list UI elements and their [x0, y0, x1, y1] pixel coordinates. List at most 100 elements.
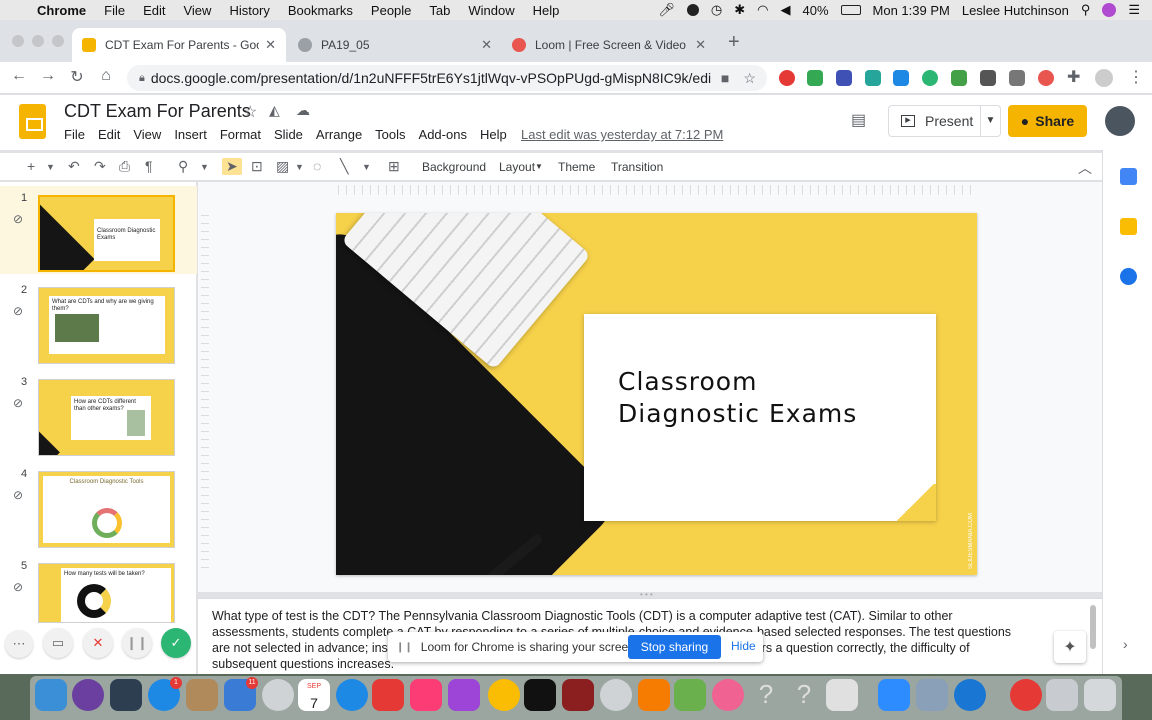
menu-addons[interactable]: Add-ons — [419, 127, 467, 142]
profile-icon[interactable] — [1095, 69, 1113, 87]
image-capture-icon[interactable] — [916, 679, 948, 711]
slide-thumbnail-1[interactable]: 1 ⊘ Classroom Diagnostic Exams — [0, 186, 197, 274]
tasks-icon[interactable] — [1120, 268, 1137, 285]
blocked-app-icon[interactable] — [262, 679, 294, 711]
menu-format[interactable]: Format — [220, 127, 261, 142]
slides-logo-icon[interactable] — [19, 104, 46, 139]
shape-icon[interactable]: ◌ — [313, 158, 321, 174]
calendar-icon[interactable] — [1120, 168, 1137, 185]
new-tab-icon[interactable]: + — [728, 31, 740, 54]
notification-center-icon[interactable]: ☰ — [1128, 2, 1140, 18]
calendar-app-icon[interactable]: SEP 7 — [298, 679, 330, 711]
title-card[interactable]: Classroom Diagnostic Exams — [584, 314, 936, 521]
notes-resize-handle[interactable]: • • • — [640, 590, 660, 599]
extensions-puzzle-icon[interactable]: ✚ — [1067, 67, 1080, 87]
zoom-extension-icon[interactable] — [893, 70, 909, 86]
new-slide-dropdown-icon[interactable]: ▼ — [46, 162, 55, 172]
slide-title[interactable]: Classroom Diagnostic Exams — [618, 366, 857, 430]
app-menu[interactable]: Chrome — [28, 3, 95, 18]
forward-icon[interactable]: → — [37, 67, 59, 85]
chrome-dock-icon[interactable] — [488, 679, 520, 711]
star-icon[interactable]: ☆ — [243, 102, 257, 122]
blocked-app-icon[interactable] — [600, 679, 632, 711]
menu-people[interactable]: People — [362, 3, 420, 18]
menu-bookmarks[interactable]: Bookmarks — [279, 3, 362, 18]
layout-button[interactable]: Layout — [499, 160, 535, 174]
explore-icon[interactable]: ✦ — [1054, 631, 1086, 663]
paint-format-icon[interactable]: ¶ — [145, 158, 153, 174]
finder-icon[interactable] — [35, 679, 67, 711]
line-icon[interactable]: ╲ — [340, 158, 348, 175]
account-avatar[interactable] — [1105, 106, 1135, 136]
close-tab-icon[interactable]: ✕ — [481, 37, 492, 53]
alert-icon[interactable] — [686, 4, 699, 16]
loom-camera-icon[interactable]: ▭ — [43, 628, 73, 658]
clock[interactable]: Mon 1:39 PM — [873, 3, 950, 18]
menu-edit[interactable]: Edit — [134, 3, 174, 18]
drive-extension-icon[interactable] — [807, 70, 823, 86]
stop-sharing-button[interactable]: Stop sharing — [628, 635, 721, 659]
menu-view[interactable]: View — [133, 127, 161, 142]
grid-extension-icon[interactable] — [980, 70, 996, 86]
menu-edit[interactable]: Edit — [98, 127, 120, 142]
print-icon[interactable]: ⎙ — [119, 158, 130, 175]
apple-tv-icon[interactable] — [524, 679, 556, 711]
siri-icon[interactable] — [1102, 3, 1117, 17]
hide-button[interactable]: Hide — [731, 639, 756, 653]
slide-thumbnail-3[interactable]: 3 ⊘ How are CDTs different than other ex… — [0, 370, 197, 458]
spotlight-icon[interactable]: ⚲ — [1081, 2, 1091, 18]
cloud-saved-icon[interactable]: ☁ — [296, 102, 310, 119]
last-edit-link[interactable]: Last edit was yesterday at 7:12 PM — [521, 127, 723, 142]
extension-icon[interactable] — [865, 70, 881, 86]
comments-icon[interactable]: ▤ — [851, 110, 866, 130]
news-icon[interactable] — [372, 679, 404, 711]
maps-icon[interactable] — [674, 679, 706, 711]
close-window-icon[interactable] — [12, 35, 24, 47]
unknown-app-icon[interactable]: ? — [750, 679, 782, 711]
tab-loom[interactable]: Loom | Free Screen & Video Re ✕ — [502, 28, 716, 62]
battery-icon[interactable] — [840, 5, 861, 15]
volume-icon[interactable]: ◀︎ — [780, 2, 790, 18]
loom-more-icon[interactable]: ⋯ — [5, 630, 33, 658]
loom-pause-icon[interactable]: ❙❙ — [122, 628, 152, 658]
slide-thumbnail-4[interactable]: 4 ⊘ Classroom Diagnostic Tools — [0, 462, 197, 550]
opera-extension-icon[interactable] — [779, 70, 795, 86]
present-button[interactable]: ▸ Present ▼ — [888, 105, 1001, 137]
menu-history[interactable]: History — [220, 3, 278, 18]
tab-cdt-exam[interactable]: CDT Exam For Parents - Google ✕ — [72, 28, 286, 62]
notes-app-icon[interactable] — [186, 679, 218, 711]
image-icon[interactable]: ▨ — [276, 158, 289, 175]
move-folder-icon[interactable]: ◭ — [269, 102, 280, 119]
loom-finish-icon[interactable]: ✓ — [161, 628, 191, 658]
photo-booth-icon[interactable] — [562, 679, 594, 711]
photos-icon[interactable] — [712, 679, 744, 711]
menu-view[interactable]: View — [174, 3, 220, 18]
current-slide[interactable]: Classroom Diagnostic Exams SLIDESMANIA.C… — [336, 213, 977, 575]
minimize-window-icon[interactable] — [32, 35, 44, 47]
zoom-icon[interactable]: ⚲ — [178, 158, 188, 175]
edge-icon[interactable] — [954, 679, 986, 711]
microphone-icon[interactable]: 🎤︎ — [658, 2, 675, 18]
text-box-icon[interactable]: ⊡ — [251, 158, 263, 175]
background-button[interactable]: Background — [422, 160, 486, 174]
expand-panel-icon[interactable]: › — [1123, 636, 1128, 652]
close-tab-icon[interactable]: ✕ — [265, 37, 276, 53]
zoom-app-icon[interactable] — [878, 679, 910, 711]
menu-insert[interactable]: Insert — [174, 127, 207, 142]
undo-icon[interactable]: ↶ — [68, 158, 80, 175]
tab-pa19[interactable]: PA19_05 ✕ — [288, 28, 502, 62]
present-dropdown-icon[interactable]: ▼ — [980, 106, 1000, 136]
zoom-dropdown-icon[interactable]: ▼ — [200, 162, 209, 172]
notes-scrollbar[interactable] — [1090, 605, 1096, 649]
drag-handle-icon[interactable]: ❙❙ — [396, 642, 413, 653]
layout-dropdown-icon[interactable]: ▼ — [535, 162, 543, 171]
zoom-window-icon[interactable] — [52, 35, 64, 47]
image-dropdown-icon[interactable]: ▼ — [295, 162, 304, 172]
menu-file[interactable]: File — [95, 3, 134, 18]
screenshot-icon[interactable] — [826, 679, 858, 711]
menu-tools[interactable]: Tools — [375, 127, 405, 142]
select-cursor-icon[interactable]: ➤ — [222, 158, 242, 175]
extension-icon[interactable] — [951, 70, 967, 86]
close-tab-icon[interactable]: ✕ — [695, 37, 706, 53]
address-bar[interactable]: 🔒︎ docs.google.com/presentation/d/1n2uNF… — [127, 65, 767, 91]
